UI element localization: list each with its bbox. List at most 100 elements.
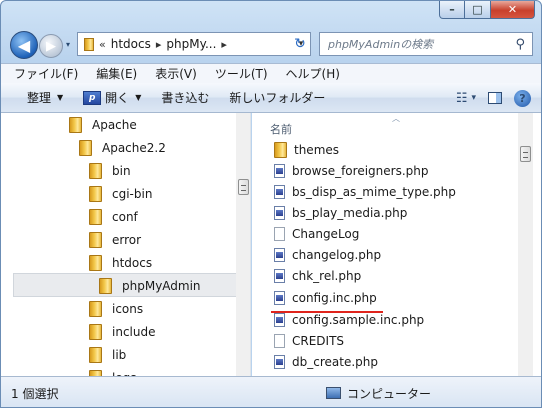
folder-icon bbox=[69, 117, 82, 133]
file-name: bs_play_media.php bbox=[292, 206, 408, 220]
tree-scrollbar[interactable] bbox=[236, 113, 250, 376]
burn-label: 書き込む bbox=[161, 91, 210, 105]
file-row[interactable]: config.sample.inc.php bbox=[274, 309, 424, 331]
minimize-button[interactable]: – bbox=[439, 1, 465, 19]
organize-button[interactable]: 整理 ▼ bbox=[1, 86, 73, 110]
breadcrumb-separator[interactable]: ▸ bbox=[221, 38, 227, 51]
open-label: 開く bbox=[105, 91, 130, 105]
maximize-button[interactable]: □ bbox=[465, 1, 491, 19]
open-button[interactable]: p 開く ▼ bbox=[73, 86, 151, 110]
tree-item-icons[interactable]: icons bbox=[89, 298, 143, 320]
menu-view[interactable]: 表示(V) bbox=[146, 65, 206, 82]
php-file-icon bbox=[274, 206, 285, 220]
tree-item-apache[interactable]: Apache bbox=[69, 114, 137, 136]
menu-tools[interactable]: ツール(T) bbox=[206, 65, 277, 82]
php-file-icon bbox=[274, 185, 285, 199]
file-row[interactable]: themes bbox=[274, 139, 339, 161]
php-file-icon bbox=[274, 164, 285, 178]
tree-item-error[interactable]: error bbox=[89, 229, 141, 251]
file-name: config.sample.inc.php bbox=[292, 313, 425, 327]
folder-icon bbox=[89, 255, 102, 271]
back-arrow-icon: ◀ bbox=[17, 35, 31, 55]
text-file-icon bbox=[274, 227, 285, 241]
folder-icon bbox=[84, 37, 94, 51]
back-button[interactable]: ◀ bbox=[10, 31, 38, 59]
file-list-pane: ︿ 名前 themes browse_foreigners.php bs_dis… bbox=[252, 113, 541, 376]
text-file-icon bbox=[274, 334, 285, 348]
php-file-icon bbox=[274, 313, 285, 327]
explorer-window: – □ ✕ ◀ ▶ ▾ « htdocs ▸ phpMy... ▸ ▾ ↻ ph… bbox=[0, 0, 542, 408]
menu-file[interactable]: ファイル(F) bbox=[5, 65, 87, 82]
tree-scroll-thumb[interactable] bbox=[238, 179, 249, 195]
file-list-scroll-thumb[interactable] bbox=[520, 146, 531, 162]
file-name: changelog.php bbox=[292, 248, 382, 262]
location-indicator: コンピューター bbox=[325, 385, 431, 402]
breadcrumb-htdocs[interactable]: htdocs bbox=[111, 37, 151, 51]
file-row[interactable]: chk_rel.php bbox=[274, 265, 361, 287]
tree-item-label: conf bbox=[112, 210, 138, 224]
file-name: themes bbox=[294, 143, 340, 157]
tree-item-logs[interactable]: logs bbox=[89, 367, 137, 376]
search-placeholder: phpMyAdminの検索 bbox=[328, 38, 434, 51]
tree-item-apache22[interactable]: Apache2.2 bbox=[79, 137, 166, 159]
tree-item-cgi-bin[interactable]: cgi-bin bbox=[89, 183, 152, 205]
status-bar: 1 個選択 コンピューター bbox=[1, 376, 541, 407]
breadcrumb-separator[interactable]: ▸ bbox=[156, 38, 162, 51]
preview-pane-icon[interactable] bbox=[488, 92, 502, 104]
tree-item-label: bin bbox=[112, 164, 131, 178]
help-icon[interactable]: ? bbox=[514, 89, 531, 107]
file-name: bs_disp_as_mime_type.php bbox=[292, 185, 456, 199]
php-file-icon bbox=[274, 355, 285, 369]
file-row-config[interactable]: config.inc.php bbox=[274, 287, 377, 309]
folder-icon bbox=[89, 186, 102, 202]
file-row[interactable]: bs_play_media.php bbox=[274, 202, 407, 224]
file-row[interactable]: browse_foreigners.php bbox=[274, 160, 428, 182]
file-list-scrollbar[interactable] bbox=[518, 113, 533, 376]
tree-item-label: error bbox=[112, 233, 142, 247]
navigation-pane: Apache Apache2.2 bin cgi-bin conf error … bbox=[1, 113, 251, 376]
file-name: browse_foreigners.php bbox=[292, 164, 429, 178]
new-folder-button[interactable]: 新しいフォルダー bbox=[219, 86, 335, 110]
tree-item-label: Apache2.2 bbox=[102, 141, 166, 155]
search-box[interactable]: phpMyAdminの検索 ⚲ bbox=[319, 32, 533, 56]
tree-item-bin[interactable]: bin bbox=[89, 160, 131, 182]
tree-item-include[interactable]: include bbox=[89, 321, 155, 343]
folder-icon bbox=[99, 278, 112, 294]
folder-icon bbox=[89, 209, 102, 225]
folder-icon bbox=[89, 163, 102, 179]
new-folder-label: 新しいフォルダー bbox=[229, 91, 326, 105]
location-label: コンピューター bbox=[346, 386, 431, 401]
recent-pages-dropdown[interactable]: ▾ bbox=[66, 40, 70, 49]
search-icon[interactable]: ⚲ bbox=[515, 37, 525, 52]
file-row[interactable]: CREDITS bbox=[274, 330, 344, 352]
name-column-header[interactable]: 名前 bbox=[270, 121, 292, 137]
caption-buttons: – □ ✕ bbox=[439, 1, 535, 19]
file-name: config.inc.php bbox=[292, 291, 377, 305]
file-name: CREDITS bbox=[292, 334, 345, 348]
file-row[interactable]: bs_disp_as_mime_type.php bbox=[274, 181, 456, 203]
views-icon[interactable]: ☷ bbox=[456, 91, 468, 106]
php-file-icon bbox=[274, 269, 285, 283]
file-row[interactable]: db_create.php bbox=[274, 351, 378, 373]
address-bar[interactable]: « htdocs ▸ phpMy... ▸ ▾ bbox=[77, 32, 311, 56]
menu-help[interactable]: ヘルプ(H) bbox=[277, 65, 349, 82]
address-overflow-chevron[interactable]: « bbox=[99, 38, 106, 51]
forward-button[interactable]: ▶ bbox=[39, 34, 63, 58]
file-row[interactable]: ChangeLog bbox=[274, 223, 359, 245]
refresh-icon[interactable]: ↻ bbox=[290, 34, 310, 54]
file-row[interactable]: changelog.php bbox=[274, 244, 381, 266]
views-dropdown[interactable]: ▾ bbox=[471, 93, 476, 103]
menu-edit[interactable]: 編集(E) bbox=[87, 65, 146, 82]
tree-item-conf[interactable]: conf bbox=[89, 206, 138, 228]
chevron-down-icon: ▼ bbox=[135, 93, 142, 102]
tree-item-phpmyadmin[interactable]: phpMyAdmin bbox=[99, 275, 201, 297]
tree-item-label: phpMyAdmin bbox=[122, 279, 201, 293]
breadcrumb-phpmyadmin[interactable]: phpMy... bbox=[166, 37, 216, 51]
burn-button[interactable]: 書き込む bbox=[151, 86, 219, 110]
tree-item-htdocs[interactable]: htdocs bbox=[89, 252, 152, 274]
tree-item-label: cgi-bin bbox=[112, 187, 153, 201]
file-name: chk_rel.php bbox=[292, 269, 362, 283]
tree-item-lib[interactable]: lib bbox=[89, 344, 126, 366]
close-button[interactable]: ✕ bbox=[491, 1, 535, 19]
selection-count: 1 個選択 bbox=[11, 386, 59, 401]
